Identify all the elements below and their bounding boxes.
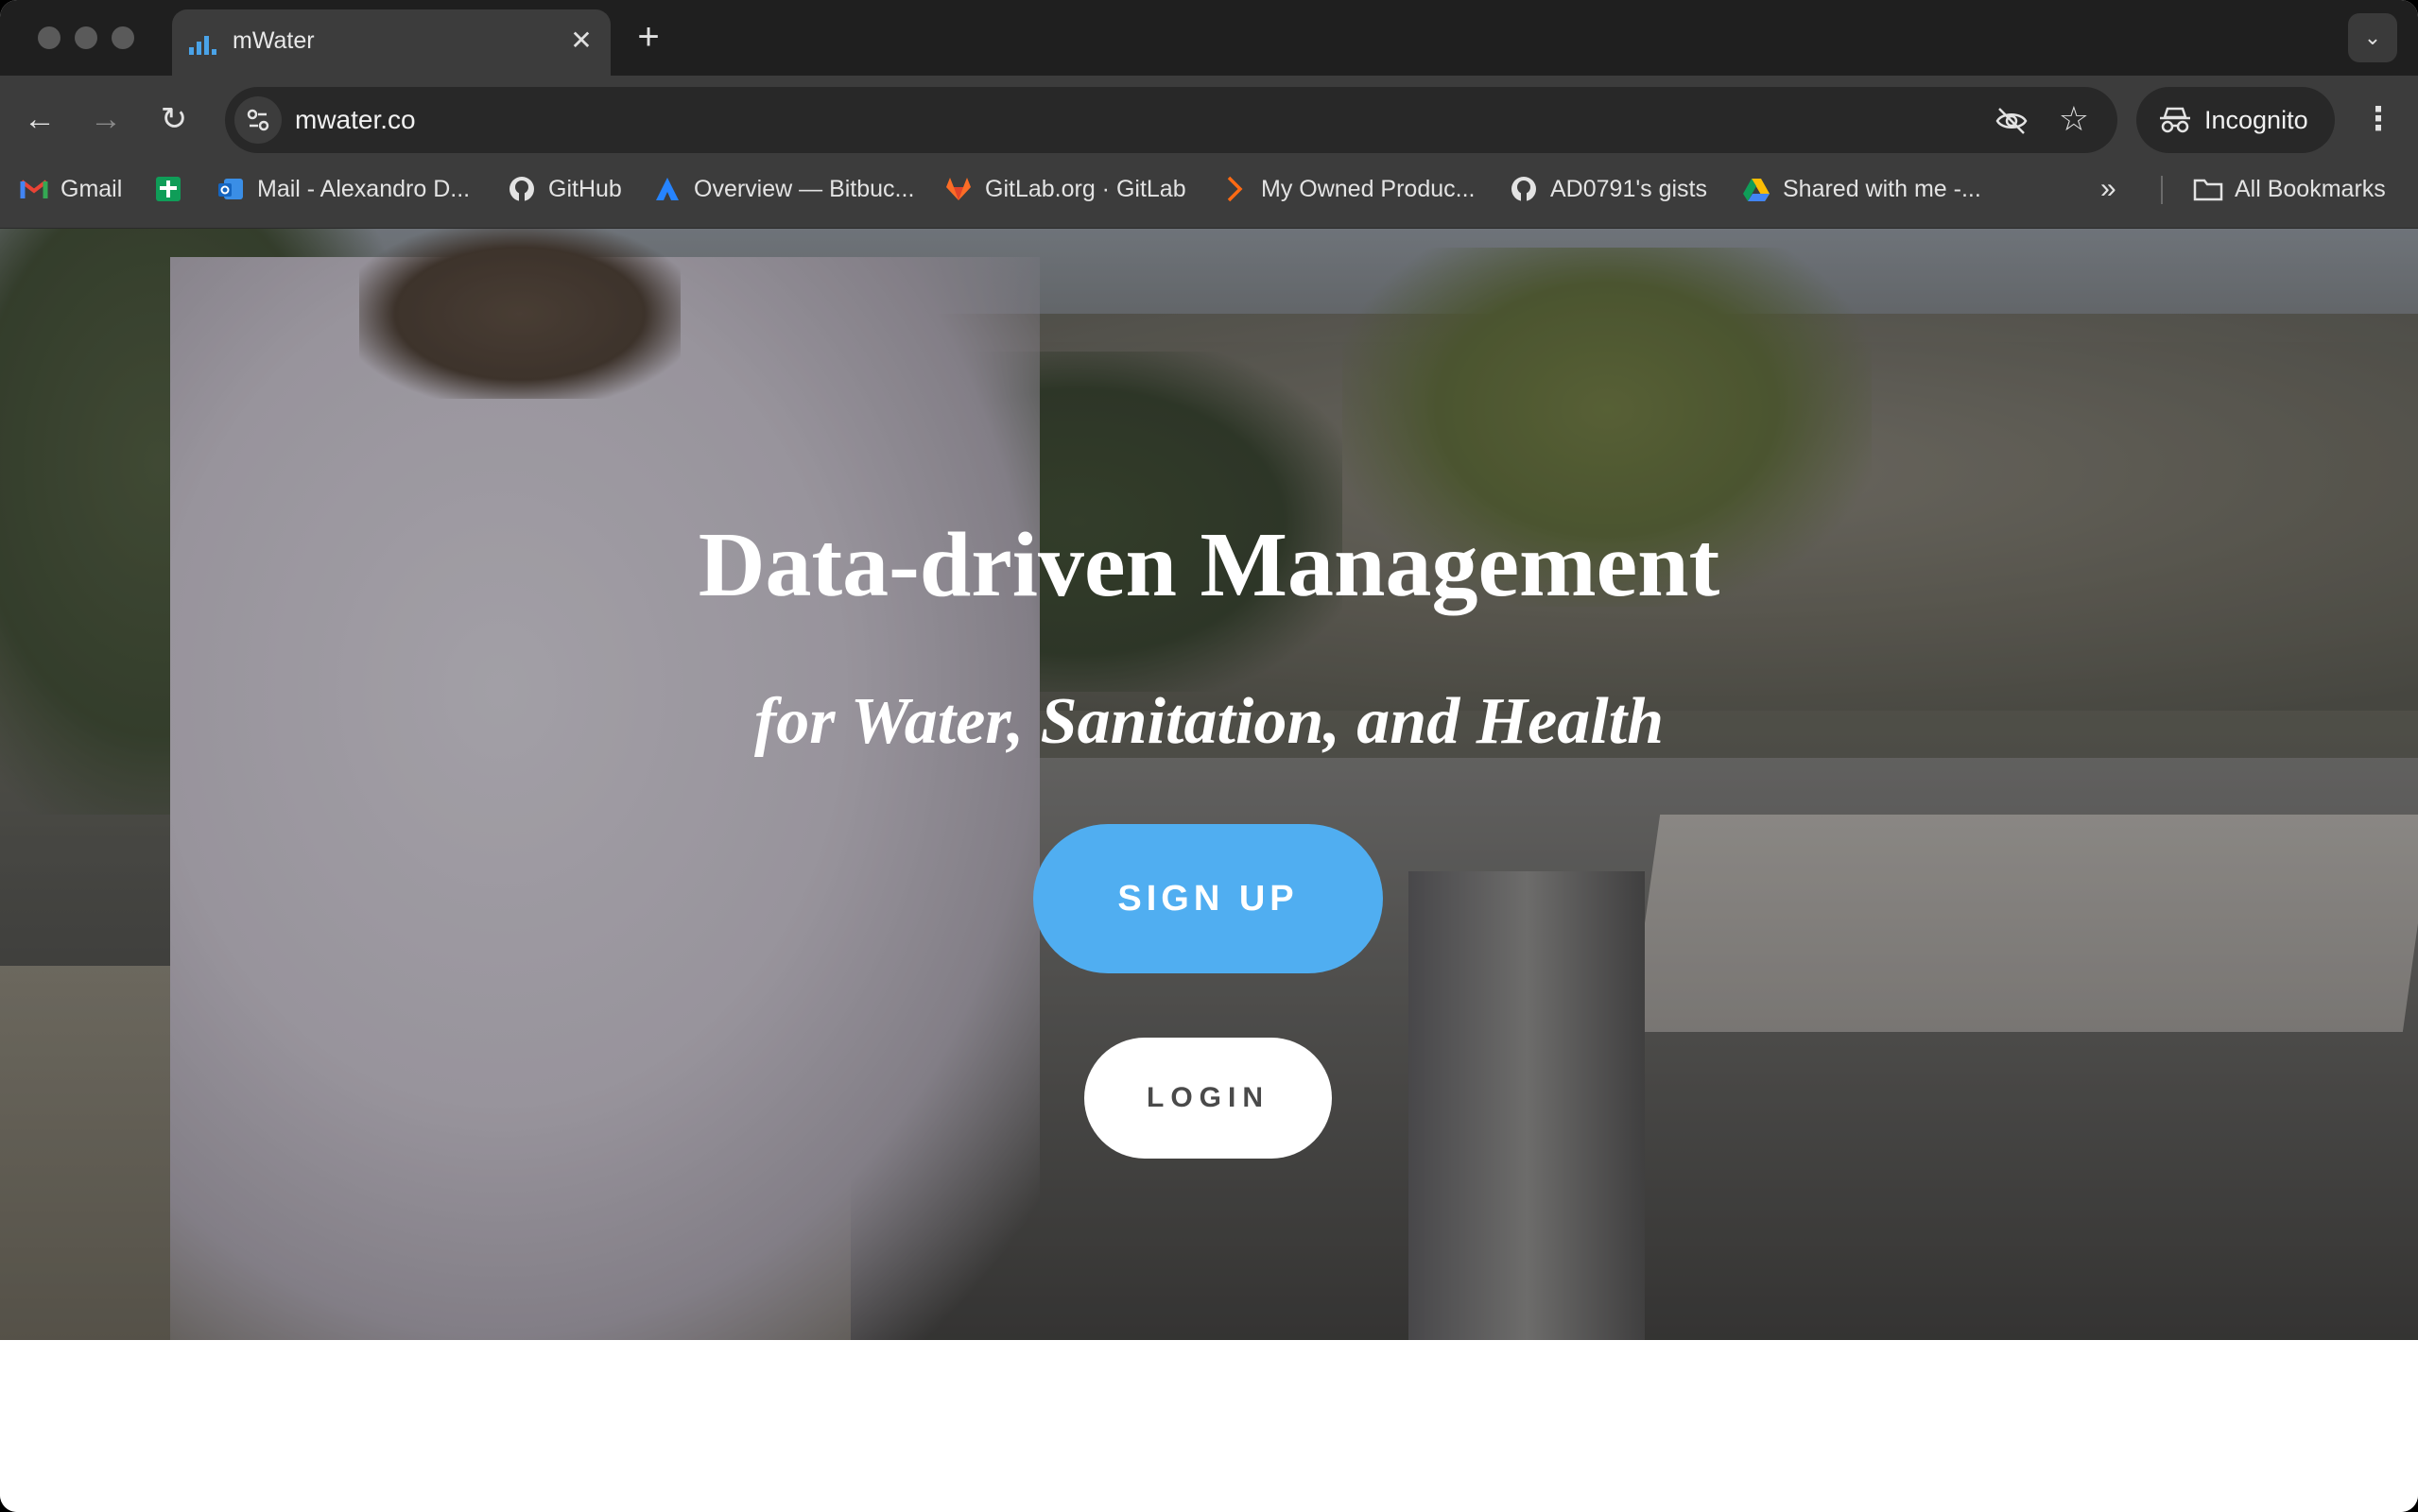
tab-close-icon[interactable]: ✕ xyxy=(565,25,597,57)
tab-strip: mWater ✕ + ⌄ xyxy=(0,0,2418,76)
all-bookmarks-button[interactable]: All Bookmarks xyxy=(2193,163,2386,215)
product-icon xyxy=(1219,174,1250,204)
bookmark-drive[interactable]: Shared with me -... xyxy=(1741,163,1981,215)
google-sheets-icon xyxy=(153,174,183,204)
bookmark-label: AD0791's gists xyxy=(1550,175,1707,202)
signup-button[interactable]: SIGN UP xyxy=(1033,824,1383,973)
hero-overlay xyxy=(0,229,2418,1340)
address-bar[interactable]: mwater.co ☆ xyxy=(225,87,2117,153)
chart-favicon-icon xyxy=(189,36,216,55)
page-title: Data-driven Management xyxy=(698,514,1720,616)
new-tab-button[interactable]: + xyxy=(630,18,667,57)
window-close-control[interactable] xyxy=(38,26,60,49)
folder-icon xyxy=(2193,174,2223,204)
bookmark-mail[interactable]: Mail - Alexandro D... xyxy=(216,163,470,215)
login-button[interactable]: LOGIN xyxy=(1084,1038,1332,1159)
bookmarks-overflow-icon[interactable]: » xyxy=(2100,170,2116,208)
page-content-below-hero xyxy=(0,1340,2418,1512)
incognito-badge[interactable]: Incognito xyxy=(2136,87,2335,153)
window-minimize-control[interactable] xyxy=(75,26,97,49)
bookmark-bitbucket[interactable]: Overview — Bitbuc... xyxy=(652,163,914,215)
incognito-label: Incognito xyxy=(2204,106,2308,134)
url-text[interactable]: mwater.co xyxy=(295,105,416,135)
bookmark-sheets[interactable] xyxy=(153,163,195,215)
star-icon[interactable]: ☆ xyxy=(2059,100,2089,138)
site-info-icon xyxy=(247,109,269,131)
browser-menu-button[interactable]: ⋮ xyxy=(2356,96,2401,142)
bookmark-github[interactable]: GitHub xyxy=(507,163,622,215)
bookmark-label: Mail - Alexandro D... xyxy=(257,175,471,202)
site-info-button[interactable] xyxy=(234,96,282,144)
all-bookmarks-label: All Bookmarks xyxy=(2235,175,2386,202)
bookmark-label: Gmail xyxy=(60,175,123,202)
gitlab-icon xyxy=(943,174,974,204)
hero-section: Data-driven Management for Water, Sanita… xyxy=(0,229,2418,1340)
atlassian-icon xyxy=(652,174,682,204)
browser-toolbar: ← → ↻ mwater.co ☆ Incognito ⋮ xyxy=(0,76,2418,163)
github-icon xyxy=(507,174,537,204)
github-icon xyxy=(1509,174,1539,204)
bookmark-label: Shared with me -... xyxy=(1783,175,1981,202)
window-zoom-control[interactable] xyxy=(112,26,134,49)
bookmark-gmail[interactable]: Gmail xyxy=(19,163,122,215)
reload-button[interactable]: ↻ xyxy=(151,96,197,142)
bookmark-label: Overview — Bitbuc... xyxy=(694,175,915,202)
google-drive-icon xyxy=(1741,174,1771,204)
bookmark-label: GitLab.org · GitLab xyxy=(985,175,1186,202)
tab-mwater[interactable]: mWater ✕ xyxy=(172,9,611,76)
browser-window: mWater ✕ + ⌄ ← → ↻ mwater.co ☆ Incognito… xyxy=(0,0,2418,1512)
incognito-icon xyxy=(2160,107,2190,133)
outlook-icon xyxy=(216,174,246,204)
eye-off-icon[interactable] xyxy=(1995,104,2029,138)
bookmark-gists[interactable]: AD0791's gists xyxy=(1509,163,1707,215)
gmail-icon xyxy=(19,174,49,204)
bookmarks-divider xyxy=(2161,176,2163,204)
bookmark-label: My Owned Produc... xyxy=(1261,175,1476,202)
bookmarks-bar: Gmail Mail - Alexandro D... GitHub Overv… xyxy=(0,163,2418,229)
bookmark-owned-products[interactable]: My Owned Produc... xyxy=(1219,163,1475,215)
bookmark-gitlab[interactable]: GitLab.org · GitLab xyxy=(943,163,1186,215)
bookmark-label: GitHub xyxy=(548,175,622,202)
tab-title: mWater xyxy=(233,27,315,54)
forward-button[interactable]: → xyxy=(83,96,129,142)
back-button[interactable]: ← xyxy=(17,96,62,142)
tab-search-button[interactable]: ⌄ xyxy=(2348,13,2397,62)
page-subtitle: for Water, Sanitation, and Health xyxy=(753,685,1665,758)
